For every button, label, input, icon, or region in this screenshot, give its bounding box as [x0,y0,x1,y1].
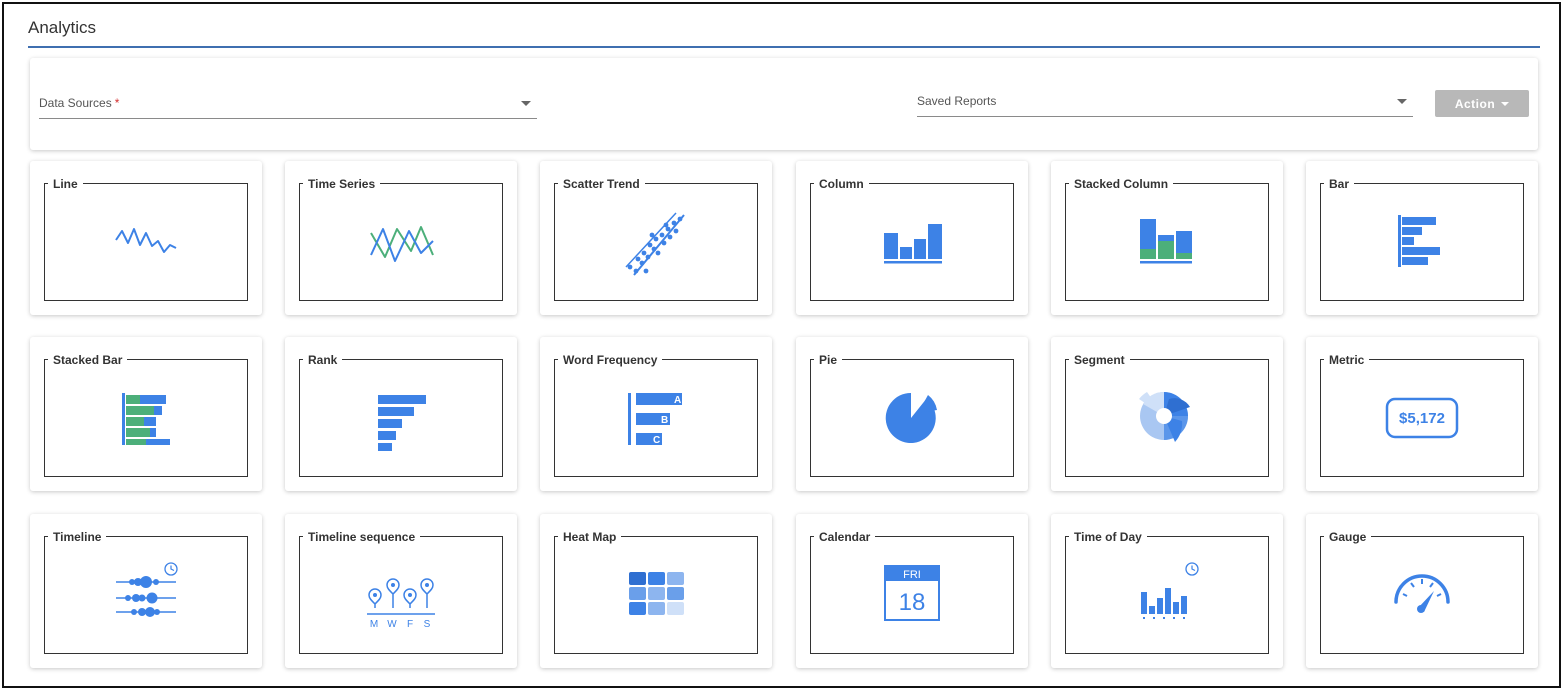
chart-type-tile-segment[interactable]: Segment [1051,337,1283,491]
weekday-label: S [424,619,431,630]
data-sources-select[interactable]: Data Sources * [39,92,537,119]
saved-reports-select[interactable]: Saved Reports [917,90,1413,117]
chart-type-tile-timeline-sequence[interactable]: Timeline sequence M W F S [285,514,517,668]
weekday-label: F [407,619,413,630]
chart-type-tile-word-frequency[interactable]: Word Frequency A B C [540,337,772,491]
scatter-trend-chart-icon [625,212,685,276]
calendar-date: 18 [899,589,926,616]
line-chart-icon [115,228,177,253]
calendar-day: FRI [903,569,921,581]
chart-type-tile-stacked-column[interactable]: Stacked Column [1051,161,1283,315]
word-frequency-letter: B [661,415,668,426]
chart-type-tile-scatter-trend[interactable]: Scatter Trend [540,161,772,315]
gauge-icon [1394,574,1450,613]
chart-type-tile-column[interactable]: Column [796,161,1028,315]
rank-chart-icon [378,395,426,451]
required-marker: * [114,96,120,110]
weekday-label: W [387,619,397,630]
data-sources-label: Data Sources * [39,96,120,110]
weekday-label: M [370,619,378,630]
chart-type-tile-time-series[interactable]: Time Series [285,161,517,315]
word-frequency-chart-icon: A B C [628,393,682,446]
chart-type-tile-pie[interactable]: Pie [796,337,1028,491]
calendar-icon: FRI 18 [884,565,940,621]
chart-type-tile-calendar[interactable]: Calendar FRI 18 [796,514,1028,668]
time-series-chart-icon [370,226,434,262]
word-frequency-letter: A [674,395,681,406]
chevron-down-icon [1397,99,1407,104]
chart-type-tile-metric[interactable]: Metric $5,172 [1306,337,1538,491]
page-header: Analytics [28,14,1540,48]
timeline-icon [116,562,178,617]
chart-type-tile-timeline[interactable]: Timeline [30,514,262,668]
timeline-sequence-icon: M W F S [367,578,435,630]
column-chart-icon [884,224,942,264]
time-of-day-icon [1141,562,1199,619]
chart-type-tile-time-of-day[interactable]: Time of Day [1051,514,1283,668]
chart-type-tile-gauge[interactable]: Gauge [1306,514,1538,668]
chevron-down-icon [521,101,531,106]
chart-type-tile-line[interactable]: Line [30,161,262,315]
saved-reports-label: Saved Reports [917,94,997,108]
chart-type-tile-rank[interactable]: Rank [285,337,517,491]
pie-chart-icon [885,392,937,443]
action-button[interactable]: Action [1435,90,1529,117]
stacked-bar-chart-icon [122,393,170,445]
page-title: Analytics [28,18,97,37]
word-frequency-letter: C [653,435,660,446]
segment-chart-icon [1139,391,1190,442]
metric-icon: $5,172 [1385,397,1459,439]
action-button-label: Action [1454,96,1496,111]
stacked-column-chart-icon [1140,219,1192,264]
chart-type-tile-bar[interactable]: Bar [1306,161,1538,315]
bar-chart-icon [1398,215,1440,267]
chevron-down-icon [1501,101,1510,106]
metric-value: $5,172 [1399,410,1445,427]
filter-panel: Data Sources * Saved Reports Action [30,58,1538,150]
heat-map-icon [629,572,684,615]
chart-type-tile-stacked-bar[interactable]: Stacked Bar [30,337,262,491]
chart-type-tile-heat-map[interactable]: Heat Map [540,514,772,668]
